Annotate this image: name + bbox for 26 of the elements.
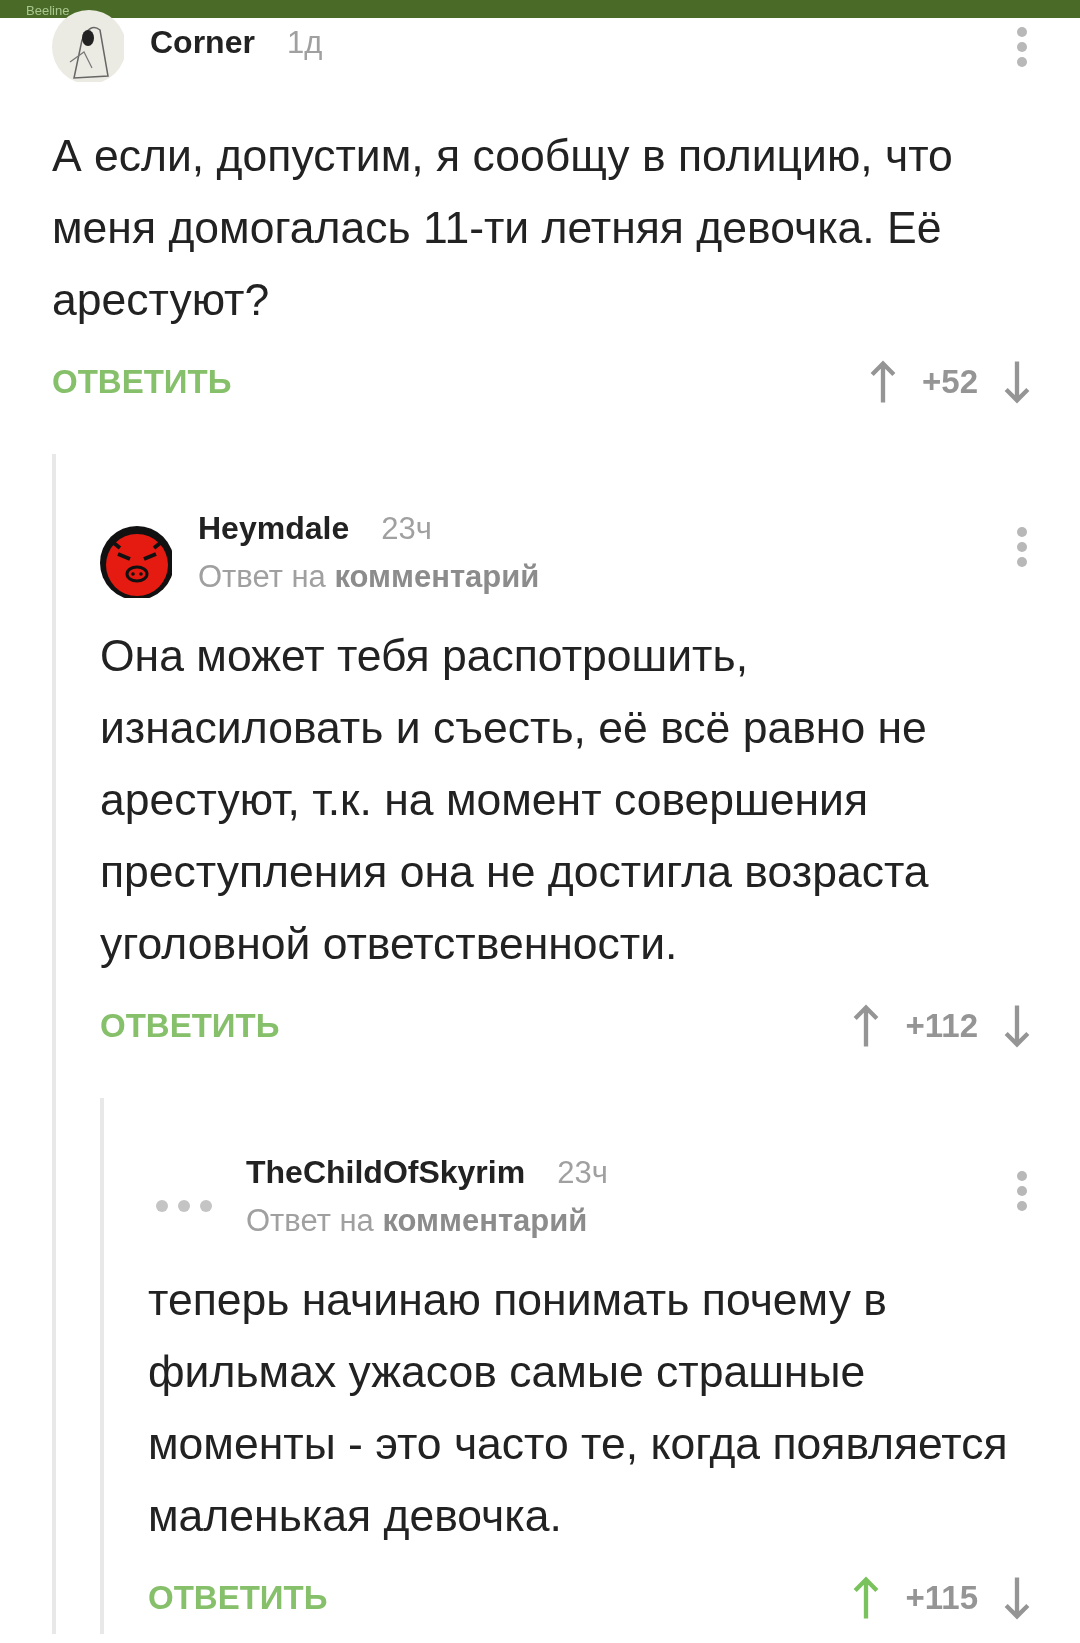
comment-time: 23ч — [557, 1155, 608, 1191]
vote-score: +112 — [905, 1007, 978, 1045]
comment-text: теперь начинаю понимать почему в фильмах ужасов самые страшные моменты - это часто те, когда появляется маленькая девочка. — [148, 1274, 1009, 1542]
more-options-icon[interactable] — [1016, 1170, 1028, 1212]
pig-avatar-icon — [100, 526, 172, 598]
author-name[interactable]: Corner — [150, 24, 255, 61]
upvote-icon[interactable] — [870, 359, 896, 405]
author-name[interactable]: TheChildOfSkyrim — [246, 1154, 526, 1191]
avatar-placeholder-icon — [155, 1199, 213, 1213]
carrier-name: Beeline — [26, 4, 70, 18]
comment-text: Она может тебя распотрошить, изнасиловать и съесть, её всё равно не арестуют, т.к. на момент совершения преступления она не достигла возраста уголовной ответственности. — [100, 630, 930, 970]
upvote-icon[interactable] — [853, 1003, 880, 1049]
author-name[interactable]: Heymdale — [198, 510, 350, 547]
vote-score: +52 — [922, 363, 978, 401]
comment-time: 1д — [286, 25, 323, 61]
reply-to-text: Ответ на комментарий — [246, 1203, 589, 1239]
downvote-icon[interactable] — [1004, 1575, 1030, 1621]
downvote-icon[interactable] — [1004, 359, 1030, 405]
vote-score: +115 — [905, 1579, 978, 1617]
downvote-icon[interactable] — [1004, 1003, 1030, 1049]
reply-to-text: Ответ на комментарий — [198, 559, 541, 595]
more-options-icon[interactable] — [1016, 526, 1028, 568]
comment-text: А если, допустим, я сообщу в полицию, что меня домогалась 11-ти летняя девочка. Её арестуют? — [52, 130, 954, 326]
comment-time: 23ч — [381, 511, 432, 547]
upvote-icon[interactable] — [853, 1575, 880, 1621]
more-options-icon[interactable] — [1016, 26, 1028, 68]
